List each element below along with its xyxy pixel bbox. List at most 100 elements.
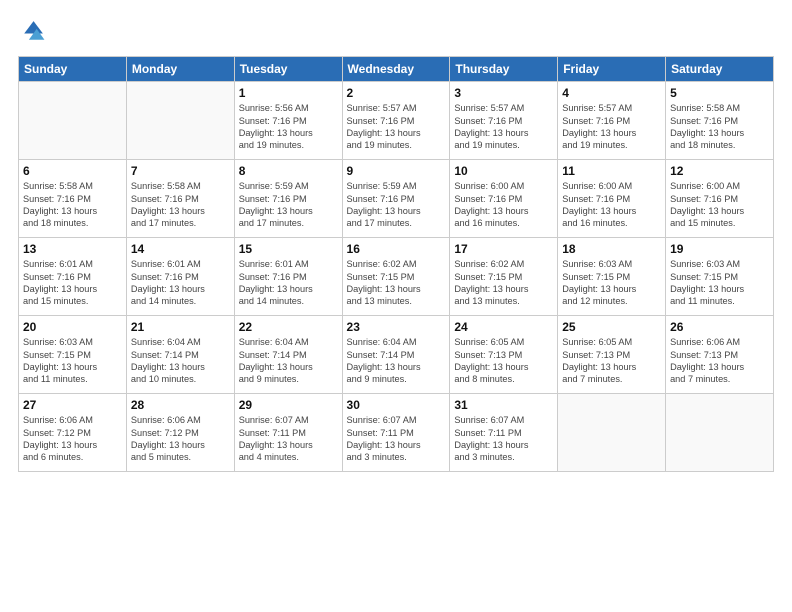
day-number: 1 [239, 85, 338, 101]
day-number: 16 [347, 241, 446, 257]
calendar-cell [666, 394, 774, 472]
day-number: 8 [239, 163, 338, 179]
calendar-cell: 23Sunrise: 6:04 AM Sunset: 7:14 PM Dayli… [342, 316, 450, 394]
day-info: Sunrise: 6:06 AM Sunset: 7:13 PM Dayligh… [670, 336, 769, 386]
calendar-cell: 2Sunrise: 5:57 AM Sunset: 7:16 PM Daylig… [342, 82, 450, 160]
day-info: Sunrise: 6:06 AM Sunset: 7:12 PM Dayligh… [131, 414, 230, 464]
header [18, 18, 774, 46]
day-number: 10 [454, 163, 553, 179]
calendar-cell: 3Sunrise: 5:57 AM Sunset: 7:16 PM Daylig… [450, 82, 558, 160]
calendar-cell: 18Sunrise: 6:03 AM Sunset: 7:15 PM Dayli… [558, 238, 666, 316]
day-info: Sunrise: 6:07 AM Sunset: 7:11 PM Dayligh… [239, 414, 338, 464]
day-info: Sunrise: 6:02 AM Sunset: 7:15 PM Dayligh… [347, 258, 446, 308]
calendar: SundayMondayTuesdayWednesdayThursdayFrid… [18, 56, 774, 472]
calendar-cell: 24Sunrise: 6:05 AM Sunset: 7:13 PM Dayli… [450, 316, 558, 394]
calendar-cell: 4Sunrise: 5:57 AM Sunset: 7:16 PM Daylig… [558, 82, 666, 160]
day-number: 26 [670, 319, 769, 335]
calendar-cell: 14Sunrise: 6:01 AM Sunset: 7:16 PM Dayli… [126, 238, 234, 316]
day-info: Sunrise: 6:00 AM Sunset: 7:16 PM Dayligh… [670, 180, 769, 230]
day-info: Sunrise: 5:58 AM Sunset: 7:16 PM Dayligh… [670, 102, 769, 152]
day-number: 22 [239, 319, 338, 335]
weekday-header: Tuesday [234, 57, 342, 82]
day-info: Sunrise: 6:04 AM Sunset: 7:14 PM Dayligh… [239, 336, 338, 386]
day-info: Sunrise: 6:03 AM Sunset: 7:15 PM Dayligh… [23, 336, 122, 386]
calendar-cell: 5Sunrise: 5:58 AM Sunset: 7:16 PM Daylig… [666, 82, 774, 160]
calendar-cell: 22Sunrise: 6:04 AM Sunset: 7:14 PM Dayli… [234, 316, 342, 394]
day-number: 28 [131, 397, 230, 413]
weekday-header-row: SundayMondayTuesdayWednesdayThursdayFrid… [19, 57, 774, 82]
weekday-header: Wednesday [342, 57, 450, 82]
day-number: 23 [347, 319, 446, 335]
day-number: 6 [23, 163, 122, 179]
day-info: Sunrise: 5:59 AM Sunset: 7:16 PM Dayligh… [239, 180, 338, 230]
weekday-header: Thursday [450, 57, 558, 82]
calendar-cell: 31Sunrise: 6:07 AM Sunset: 7:11 PM Dayli… [450, 394, 558, 472]
day-info: Sunrise: 6:01 AM Sunset: 7:16 PM Dayligh… [131, 258, 230, 308]
day-info: Sunrise: 6:01 AM Sunset: 7:16 PM Dayligh… [23, 258, 122, 308]
calendar-cell: 1Sunrise: 5:56 AM Sunset: 7:16 PM Daylig… [234, 82, 342, 160]
day-number: 18 [562, 241, 661, 257]
day-info: Sunrise: 6:07 AM Sunset: 7:11 PM Dayligh… [347, 414, 446, 464]
day-number: 13 [23, 241, 122, 257]
day-number: 20 [23, 319, 122, 335]
day-number: 24 [454, 319, 553, 335]
day-number: 12 [670, 163, 769, 179]
day-number: 3 [454, 85, 553, 101]
weekday-header: Friday [558, 57, 666, 82]
day-number: 27 [23, 397, 122, 413]
day-number: 25 [562, 319, 661, 335]
calendar-cell: 25Sunrise: 6:05 AM Sunset: 7:13 PM Dayli… [558, 316, 666, 394]
day-number: 31 [454, 397, 553, 413]
page: SundayMondayTuesdayWednesdayThursdayFrid… [0, 0, 792, 612]
calendar-cell: 19Sunrise: 6:03 AM Sunset: 7:15 PM Dayli… [666, 238, 774, 316]
day-info: Sunrise: 6:01 AM Sunset: 7:16 PM Dayligh… [239, 258, 338, 308]
weekday-header: Monday [126, 57, 234, 82]
day-info: Sunrise: 6:04 AM Sunset: 7:14 PM Dayligh… [347, 336, 446, 386]
calendar-cell: 9Sunrise: 5:59 AM Sunset: 7:16 PM Daylig… [342, 160, 450, 238]
day-number: 2 [347, 85, 446, 101]
day-info: Sunrise: 6:07 AM Sunset: 7:11 PM Dayligh… [454, 414, 553, 464]
calendar-cell: 10Sunrise: 6:00 AM Sunset: 7:16 PM Dayli… [450, 160, 558, 238]
calendar-week-row: 13Sunrise: 6:01 AM Sunset: 7:16 PM Dayli… [19, 238, 774, 316]
calendar-week-row: 20Sunrise: 6:03 AM Sunset: 7:15 PM Dayli… [19, 316, 774, 394]
calendar-cell: 11Sunrise: 6:00 AM Sunset: 7:16 PM Dayli… [558, 160, 666, 238]
day-info: Sunrise: 5:57 AM Sunset: 7:16 PM Dayligh… [454, 102, 553, 152]
day-number: 30 [347, 397, 446, 413]
day-info: Sunrise: 6:05 AM Sunset: 7:13 PM Dayligh… [562, 336, 661, 386]
day-info: Sunrise: 5:59 AM Sunset: 7:16 PM Dayligh… [347, 180, 446, 230]
calendar-cell: 21Sunrise: 6:04 AM Sunset: 7:14 PM Dayli… [126, 316, 234, 394]
calendar-cell: 20Sunrise: 6:03 AM Sunset: 7:15 PM Dayli… [19, 316, 127, 394]
calendar-cell: 28Sunrise: 6:06 AM Sunset: 7:12 PM Dayli… [126, 394, 234, 472]
weekday-header: Saturday [666, 57, 774, 82]
day-number: 7 [131, 163, 230, 179]
calendar-week-row: 6Sunrise: 5:58 AM Sunset: 7:16 PM Daylig… [19, 160, 774, 238]
day-number: 9 [347, 163, 446, 179]
day-number: 17 [454, 241, 553, 257]
calendar-week-row: 27Sunrise: 6:06 AM Sunset: 7:12 PM Dayli… [19, 394, 774, 472]
calendar-cell [19, 82, 127, 160]
calendar-cell: 12Sunrise: 6:00 AM Sunset: 7:16 PM Dayli… [666, 160, 774, 238]
day-info: Sunrise: 5:57 AM Sunset: 7:16 PM Dayligh… [562, 102, 661, 152]
logo-icon [18, 18, 46, 46]
day-number: 14 [131, 241, 230, 257]
calendar-cell: 7Sunrise: 5:58 AM Sunset: 7:16 PM Daylig… [126, 160, 234, 238]
day-info: Sunrise: 5:56 AM Sunset: 7:16 PM Dayligh… [239, 102, 338, 152]
calendar-week-row: 1Sunrise: 5:56 AM Sunset: 7:16 PM Daylig… [19, 82, 774, 160]
calendar-cell: 16Sunrise: 6:02 AM Sunset: 7:15 PM Dayli… [342, 238, 450, 316]
day-info: Sunrise: 6:04 AM Sunset: 7:14 PM Dayligh… [131, 336, 230, 386]
calendar-cell [558, 394, 666, 472]
calendar-cell: 30Sunrise: 6:07 AM Sunset: 7:11 PM Dayli… [342, 394, 450, 472]
calendar-cell [126, 82, 234, 160]
day-info: Sunrise: 6:05 AM Sunset: 7:13 PM Dayligh… [454, 336, 553, 386]
calendar-cell: 8Sunrise: 5:59 AM Sunset: 7:16 PM Daylig… [234, 160, 342, 238]
day-number: 5 [670, 85, 769, 101]
calendar-cell: 29Sunrise: 6:07 AM Sunset: 7:11 PM Dayli… [234, 394, 342, 472]
day-info: Sunrise: 6:06 AM Sunset: 7:12 PM Dayligh… [23, 414, 122, 464]
logo [18, 18, 50, 46]
calendar-cell: 6Sunrise: 5:58 AM Sunset: 7:16 PM Daylig… [19, 160, 127, 238]
day-number: 11 [562, 163, 661, 179]
day-number: 29 [239, 397, 338, 413]
day-info: Sunrise: 6:00 AM Sunset: 7:16 PM Dayligh… [454, 180, 553, 230]
day-number: 15 [239, 241, 338, 257]
weekday-header: Sunday [19, 57, 127, 82]
